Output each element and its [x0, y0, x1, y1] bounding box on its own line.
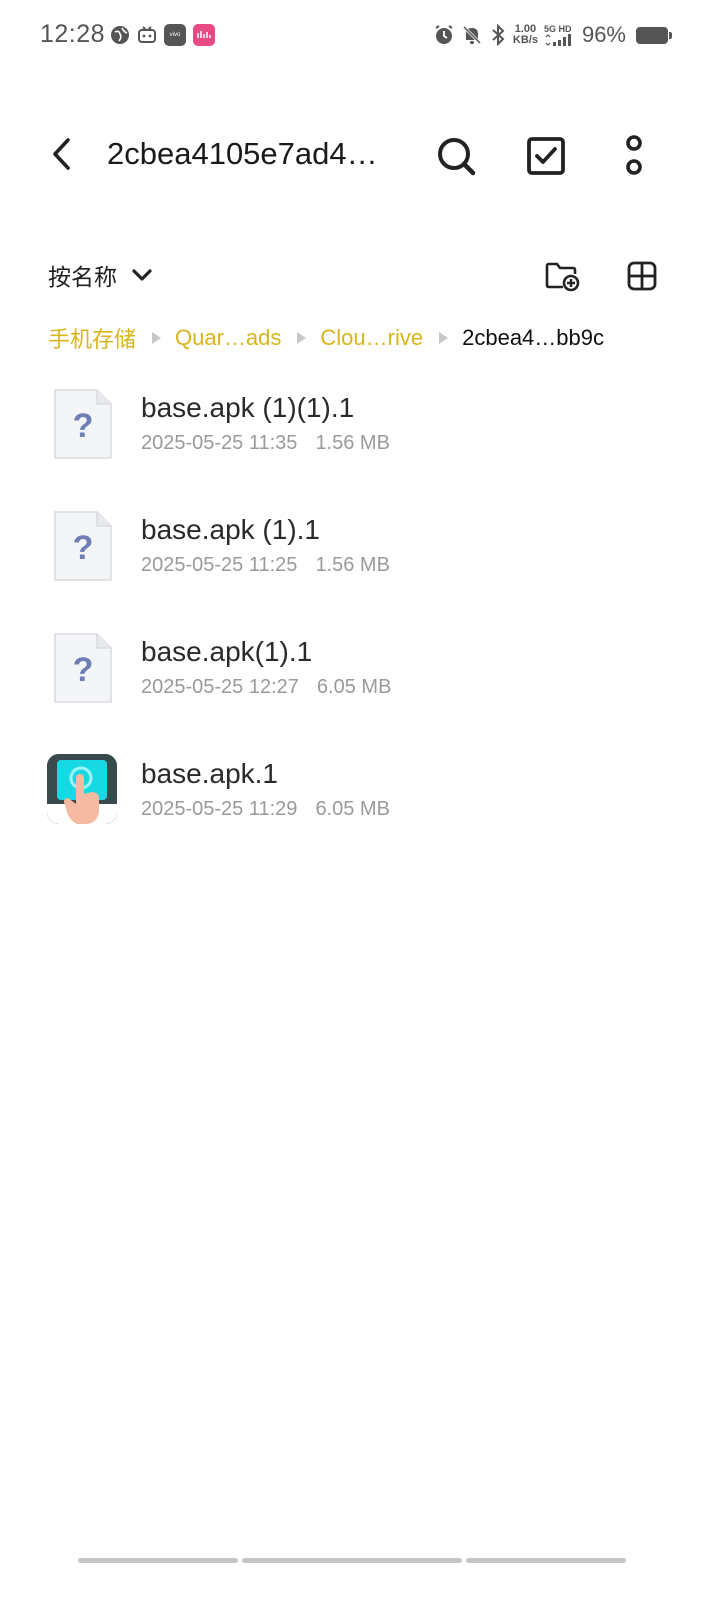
file-date: 2025-05-25 12:27: [141, 676, 299, 698]
breadcrumb-item-quarantine[interactable]: Quar…ads: [175, 325, 281, 351]
checkbox-icon: [527, 137, 565, 175]
search-button[interactable]: [430, 130, 482, 182]
tap-app-icon: [47, 752, 117, 824]
select-button[interactable]: [520, 130, 572, 182]
back-arrow-icon: [53, 138, 70, 170]
file-row[interactable]: ? base.apk (1)(1).1 2025-05-25 11:35 1.56…: [0, 376, 720, 498]
file-row[interactable]: base.apk.1 2025-05-25 11:29 6.05 MB: [0, 742, 720, 864]
file-date: 2025-05-25 11:35: [141, 432, 298, 454]
bottom-indicator-segment: [78, 1558, 238, 1563]
file-size: 6.05 MB: [315, 798, 390, 820]
file-size: 1.56 MB: [315, 432, 390, 454]
breadcrumb-separator-icon: [297, 332, 307, 344]
file-meta: 2025-05-25 11:29 6.05 MB: [141, 798, 390, 821]
bottom-indicator-segment: [242, 1558, 462, 1563]
file-date: 2025-05-25 11:29: [141, 798, 298, 820]
file-list: ? base.apk (1)(1).1 2025-05-25 11:35 1.56…: [0, 376, 720, 864]
bilibili-icon: [137, 25, 157, 45]
net-speed: 1.00 KB/s: [512, 23, 538, 46]
breadcrumb-item-storage[interactable]: 手机存储: [48, 322, 136, 354]
breadcrumb: 手机存储 Quar…ads Clou…rive 2cbea4…bb9c: [48, 322, 668, 354]
sort-label: 按名称: [48, 264, 117, 290]
alarm-icon: [433, 24, 455, 46]
top-app-bar: 2cbea4105e7ad4…: [0, 110, 720, 200]
status-left-icons: vivo: [110, 24, 215, 46]
pink-app-icon: [193, 24, 215, 46]
sort-toolbar: 按名称: [0, 250, 720, 302]
file-name: base.apk (1).1: [141, 514, 320, 545]
grid-view-icon: [627, 261, 657, 291]
more-vert-icon: [626, 135, 642, 175]
new-folder-icon: [545, 262, 580, 292]
unknown-file-icon: ?: [47, 630, 117, 703]
file-row[interactable]: ? base.apk (1).1 2025-05-25 11:25 1.56 MB: [0, 498, 720, 620]
file-meta: 2025-05-25 11:35 1.56 MB: [141, 432, 390, 455]
sort-dropdown[interactable]: 按名称: [48, 258, 153, 292]
bottom-indicator-segment: [466, 1558, 626, 1563]
back-button[interactable]: [40, 132, 84, 176]
page-title: 2cbea4105e7ad4…: [107, 136, 378, 171]
globe-icon: [110, 25, 130, 45]
more-options-button[interactable]: [608, 130, 660, 182]
battery-percent: 96%: [581, 22, 626, 47]
bluetooth-icon: [489, 24, 507, 46]
file-size: 6.05 MB: [316, 676, 392, 698]
status-bar: 12:28 vivo 1.00 KB/s 5G HD 96%: [0, 0, 720, 76]
file-name: base.apk.1: [141, 758, 278, 789]
status-time: 12:28: [40, 20, 106, 48]
unknown-file-icon: ?: [47, 508, 117, 581]
search-icon: [438, 138, 476, 176]
file-meta: 2025-05-25 12:27 6.05 MB: [141, 676, 391, 699]
unknown-file-icon: ?: [47, 386, 117, 459]
mute-bell-icon: [461, 24, 483, 46]
grid-view-button[interactable]: [620, 254, 664, 298]
status-right-icons: 1.00 KB/s 5G HD 96%: [433, 22, 672, 48]
battery-icon: [636, 26, 672, 44]
new-folder-button[interactable]: [540, 254, 584, 298]
file-size: 1.56 MB: [315, 554, 390, 576]
signal-icon: 5G HD: [544, 24, 574, 46]
file-row[interactable]: ? base.apk(1).1 2025-05-25 12:27 6.05 MB: [0, 620, 720, 742]
breadcrumb-separator-icon: [439, 332, 449, 344]
bottom-nav-indicator: [78, 1558, 628, 1564]
svg-text:?: ?: [73, 407, 94, 445]
vivo-app-icon: vivo: [164, 24, 186, 46]
file-meta: 2025-05-25 11:25 1.56 MB: [141, 554, 390, 577]
file-name: base.apk (1)(1).1: [141, 392, 355, 423]
chevron-down-icon: [132, 269, 152, 281]
file-name: base.apk(1).1: [141, 636, 313, 667]
svg-text:?: ?: [73, 651, 94, 689]
breadcrumb-item-current: 2cbea4…bb9c: [462, 325, 604, 350]
svg-text:?: ?: [73, 529, 94, 567]
breadcrumb-separator-icon: [152, 332, 162, 344]
breadcrumb-item-cloud-drive[interactable]: Clou…rive: [320, 325, 423, 351]
file-date: 2025-05-25 11:25: [141, 554, 298, 576]
